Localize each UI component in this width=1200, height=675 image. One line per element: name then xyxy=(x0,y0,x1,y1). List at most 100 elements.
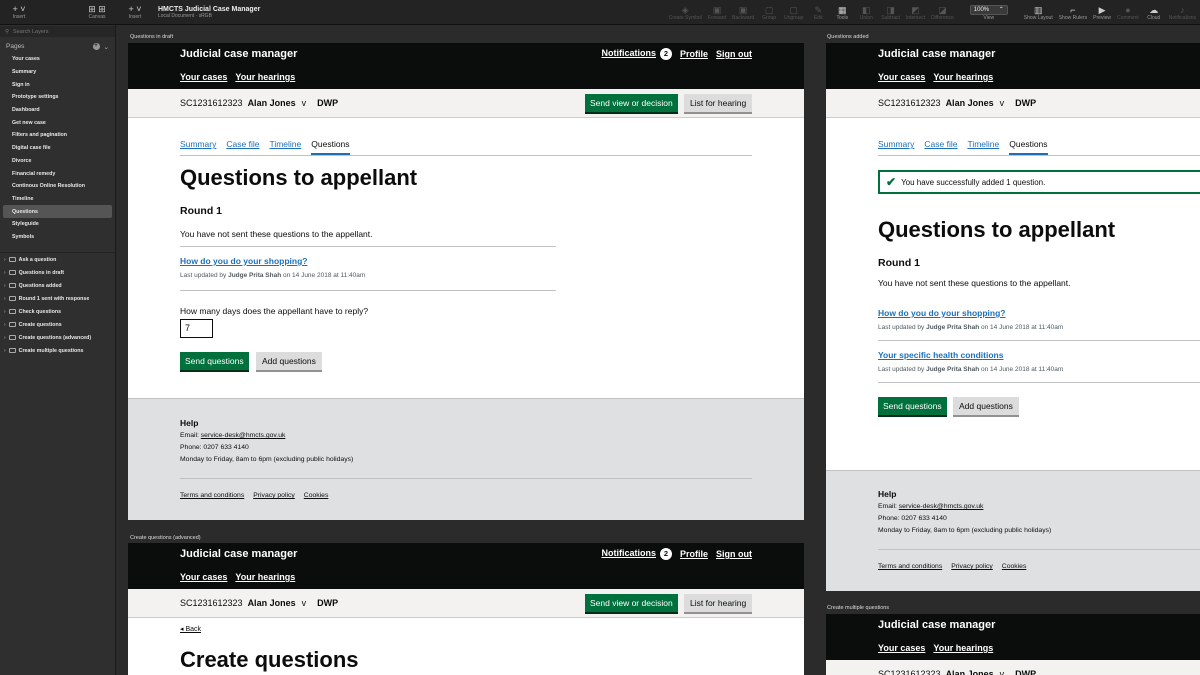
layer-item[interactable]: › Create questions xyxy=(0,318,115,331)
subtract-button[interactable]: ◨ Subtract xyxy=(881,5,900,21)
email-link[interactable]: service-desk@hmcts.gov.uk xyxy=(899,503,984,510)
layer-item[interactable]: › Create multiple questions xyxy=(0,344,115,357)
privacy-link[interactable]: Privacy policy xyxy=(253,492,295,499)
your-hearings-link[interactable]: Your hearings xyxy=(235,72,295,82)
tab-summary[interactable]: Summary xyxy=(878,139,914,155)
forward-button[interactable]: ▣ Forward xyxy=(708,5,726,21)
zoom-control[interactable]: 100% ⌃ View xyxy=(969,4,1008,21)
send-view-decision-button[interactable]: Send view or decision xyxy=(585,94,678,112)
chevron-down-icon[interactable]: ⌄ xyxy=(104,43,109,51)
layer-item[interactable]: › Round 1 sent with response xyxy=(0,292,115,305)
page-item[interactable]: Digital case file xyxy=(0,142,115,155)
disclosure-arrow-icon[interactable]: › xyxy=(4,296,6,302)
backward-button[interactable]: ▣ Backward xyxy=(732,5,754,21)
page-item[interactable]: Styleguide xyxy=(0,218,115,231)
cloud-button[interactable]: ☁ Cloud xyxy=(1145,5,1163,21)
service-name[interactable]: Judicial case manager xyxy=(878,48,995,60)
disclosure-arrow-icon[interactable]: › xyxy=(4,348,6,354)
page-item[interactable]: Get new case xyxy=(0,116,115,129)
question-link[interactable]: Your specific health conditions xyxy=(878,350,1003,360)
page-item[interactable]: Sign in xyxy=(0,78,115,91)
question-link[interactable]: How do you do your shopping? xyxy=(180,256,307,266)
tab-timeline[interactable]: Timeline xyxy=(967,139,999,155)
cookies-link[interactable]: Cookies xyxy=(304,492,329,499)
artboard-label[interactable]: Create multiple questions xyxy=(827,605,889,611)
tab-summary[interactable]: Summary xyxy=(180,139,216,155)
show-rulers-button[interactable]: ⌐ Show Rulers xyxy=(1059,5,1087,21)
union-button[interactable]: ◧ Union xyxy=(857,5,875,21)
cookies-link[interactable]: Cookies xyxy=(1002,563,1027,570)
layer-item[interactable]: › Ask a question xyxy=(0,253,115,266)
comment-button[interactable]: ● Comment xyxy=(1117,5,1139,21)
list-for-hearing-button[interactable]: List for hearing xyxy=(684,594,753,612)
profile-link[interactable]: Profile xyxy=(680,49,708,59)
layer-item[interactable]: › Questions added xyxy=(0,279,115,292)
send-questions-button[interactable]: Send questions xyxy=(180,352,249,370)
create-symbol-button[interactable]: ◈ Create Symbol xyxy=(669,5,702,21)
intersect-button[interactable]: ◩ Intersect xyxy=(906,5,925,21)
notifications-link[interactable]: Notifications 2 xyxy=(601,548,672,560)
page-item[interactable]: Divorce xyxy=(0,155,115,168)
send-questions-button[interactable]: Send questions xyxy=(878,397,947,415)
send-view-decision-button[interactable]: Send view or decision xyxy=(585,594,678,612)
service-name[interactable]: Judicial case manager xyxy=(180,48,297,60)
page-item[interactable]: Prototype settings xyxy=(0,91,115,104)
edit-button[interactable]: ✎ Edit xyxy=(809,5,827,21)
page-item-selected[interactable]: Questions xyxy=(3,205,112,218)
email-link[interactable]: service-desk@hmcts.gov.uk xyxy=(201,432,286,439)
tools-button[interactable]: ▦ Tools xyxy=(833,5,851,21)
artboard-label[interactable]: Questions in draft xyxy=(130,34,173,40)
your-hearings-link[interactable]: Your hearings xyxy=(235,572,295,582)
insert-button[interactable]: + ˅ Insert xyxy=(10,4,28,20)
layer-item[interactable]: › Check questions xyxy=(0,305,115,318)
disclosure-arrow-icon[interactable]: › xyxy=(4,335,6,341)
show-layout-button[interactable]: ▥ Show Layout xyxy=(1024,5,1053,21)
your-cases-link[interactable]: Your cases xyxy=(180,572,227,582)
zoom-box[interactable]: 100% ⌃ xyxy=(969,4,1008,15)
page-item[interactable]: Financial remedy xyxy=(0,167,115,180)
your-hearings-link[interactable]: Your hearings xyxy=(933,72,993,82)
add-questions-button[interactable]: Add questions xyxy=(953,397,1019,415)
ungroup-button[interactable]: ▢ Ungroup xyxy=(784,5,803,21)
page-item[interactable]: Continous Online Resolution xyxy=(0,180,115,193)
page-item[interactable]: Summary xyxy=(0,66,115,79)
page-item[interactable]: Symbols xyxy=(0,231,115,244)
sign-out-link[interactable]: Sign out xyxy=(716,549,752,559)
list-for-hearing-button[interactable]: List for hearing xyxy=(684,94,753,112)
notifications-button[interactable]: ♪ Notifications xyxy=(1169,5,1196,21)
disclosure-arrow-icon[interactable]: › xyxy=(4,322,6,328)
days-input[interactable]: 7 xyxy=(180,319,213,338)
service-name[interactable]: Judicial case manager xyxy=(180,548,297,560)
preview-button[interactable]: ▶ Preview xyxy=(1093,5,1111,21)
profile-link[interactable]: Profile xyxy=(680,549,708,559)
disclosure-arrow-icon[interactable]: › xyxy=(4,283,6,289)
question-link[interactable]: How do you do your shopping? xyxy=(878,308,1005,318)
your-cases-link[interactable]: Your cases xyxy=(878,643,925,653)
layer-item[interactable]: › Questions in draft xyxy=(0,266,115,279)
tab-timeline[interactable]: Timeline xyxy=(269,139,301,155)
sign-out-link[interactable]: Sign out xyxy=(716,49,752,59)
search-layers[interactable]: ⚲ Search Layers xyxy=(0,26,115,37)
disclosure-arrow-icon[interactable]: › xyxy=(4,270,6,276)
layer-item[interactable]: › Create questions (advanced) xyxy=(0,331,115,344)
group-button[interactable]: ▢ Group xyxy=(760,5,778,21)
artboard-label[interactable]: Create questions (advanced) xyxy=(130,535,201,541)
tab-questions[interactable]: Questions xyxy=(1009,139,1048,155)
tab-case-file[interactable]: Case file xyxy=(924,139,957,155)
privacy-link[interactable]: Privacy policy xyxy=(951,563,993,570)
canvas-button[interactable]: ⊞ ⊞ Canvas xyxy=(88,4,106,20)
terms-link[interactable]: Terms and conditions xyxy=(878,563,942,570)
page-item[interactable]: Filters and pagination xyxy=(0,129,115,142)
tab-case-file[interactable]: Case file xyxy=(226,139,259,155)
your-hearings-link[interactable]: Your hearings xyxy=(933,643,993,653)
notifications-link[interactable]: Notifications 2 xyxy=(601,48,672,60)
your-cases-link[interactable]: Your cases xyxy=(878,72,925,82)
add-questions-button[interactable]: Add questions xyxy=(256,352,322,370)
add-page-icon[interactable]: + xyxy=(92,43,100,50)
artboard-label[interactable]: Questions added xyxy=(827,34,869,40)
terms-link[interactable]: Terms and conditions xyxy=(180,492,244,499)
your-cases-link[interactable]: Your cases xyxy=(180,72,227,82)
tab-questions[interactable]: Questions xyxy=(311,139,350,155)
difference-button[interactable]: ◪ Difference xyxy=(931,5,954,21)
disclosure-arrow-icon[interactable]: › xyxy=(4,309,6,315)
